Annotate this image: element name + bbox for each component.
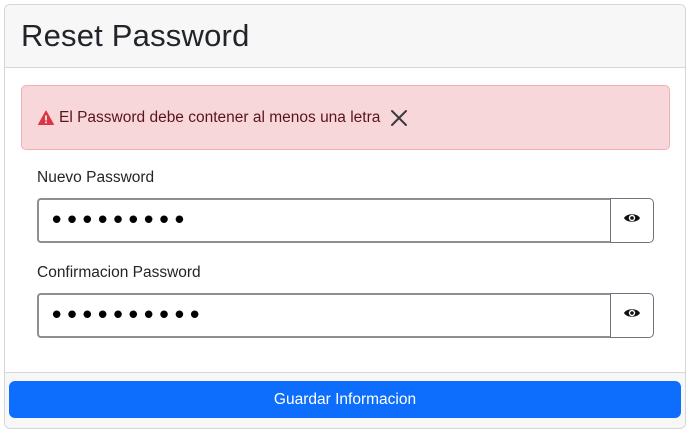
confirm-password-group: Confirmacion Password •••••••••• [37,264,654,338]
new-password-label: Nuevo Password [37,169,155,186]
confirm-password-label: Confirmacion Password [37,264,201,281]
card-header: Reset Password [5,5,685,68]
eye-icon [623,211,641,230]
toggle-confirm-password-button[interactable] [610,293,654,338]
new-password-group: Nuevo Password ••••••••• [37,169,654,243]
new-password-input[interactable]: ••••••••• [37,198,610,243]
close-alert-button[interactable] [388,109,410,131]
save-information-button[interactable]: Guardar Informacion [9,381,681,418]
card-footer: Guardar Informacion [5,372,685,428]
error-alert: El Password debe contener al menos una l… [21,85,670,150]
page-title: Reset Password [21,18,250,53]
warning-triangle-icon [38,110,54,126]
close-icon [390,109,408,130]
new-password-input-group: ••••••••• [37,198,654,243]
alert-message: El Password debe contener al menos una l… [59,108,381,126]
confirm-password-input[interactable]: •••••••••• [37,293,610,338]
confirm-password-input-group: •••••••••• [37,293,654,338]
toggle-new-password-button[interactable] [610,198,654,243]
reset-password-card: Reset Password El Password debe contener… [4,4,686,429]
eye-icon [623,306,641,325]
